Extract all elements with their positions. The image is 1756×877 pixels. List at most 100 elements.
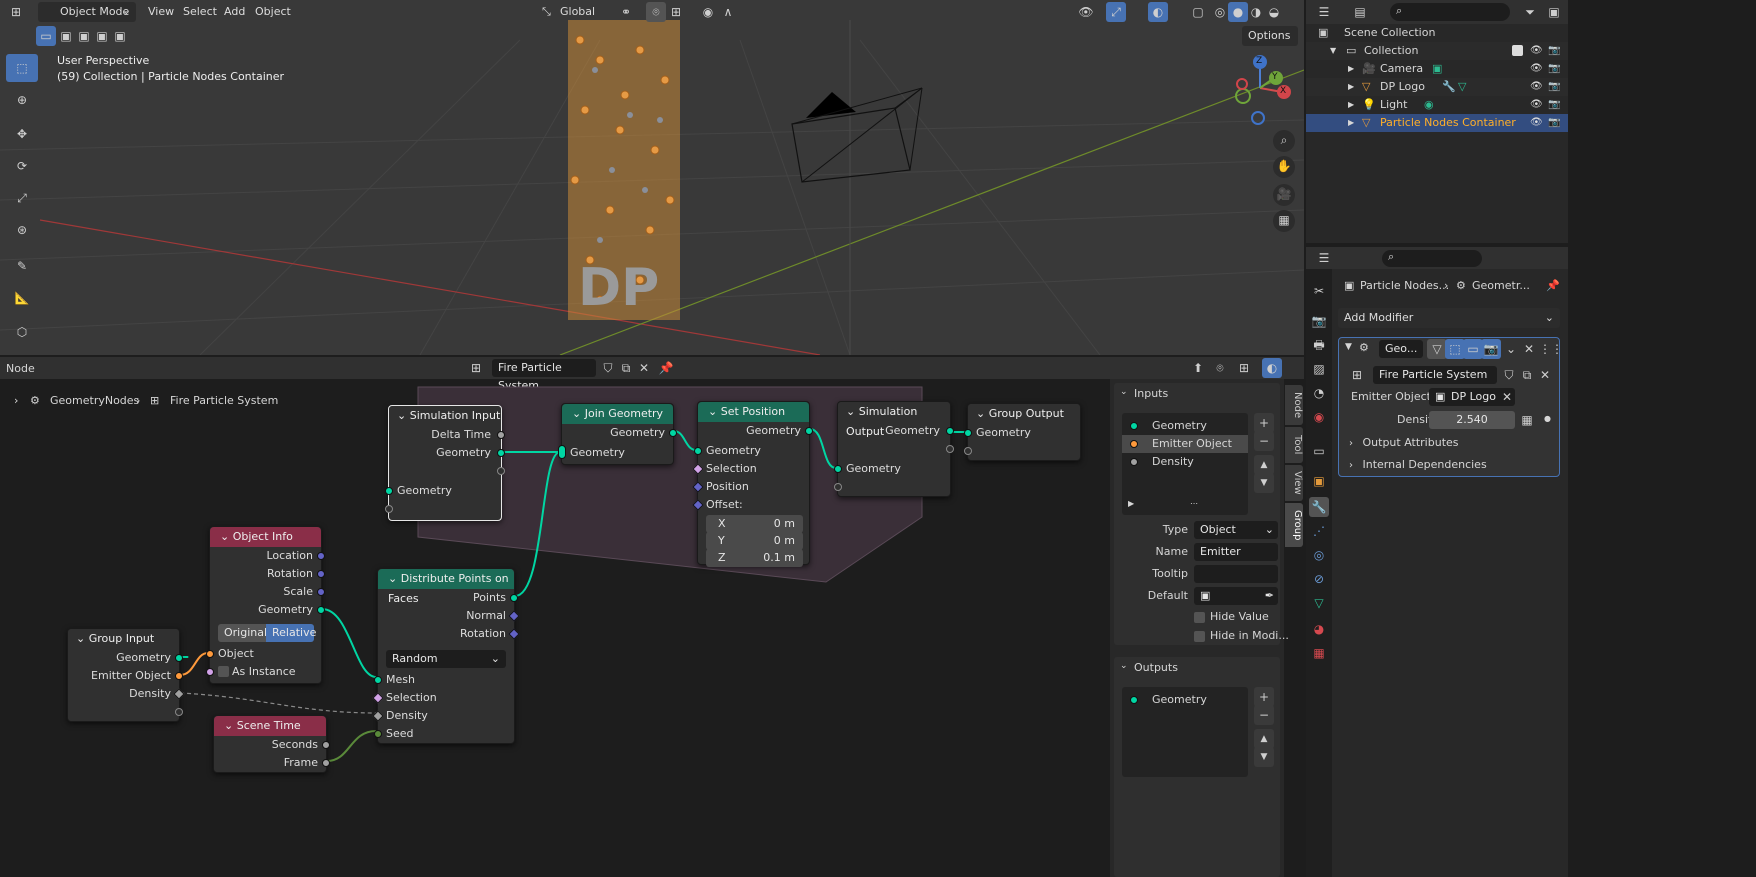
socket-geometry-out[interactable] bbox=[946, 427, 954, 435]
add-cube-tool-icon[interactable]: ⬡ bbox=[6, 318, 38, 346]
transform-tool-icon[interactable]: ⊛ bbox=[6, 216, 38, 244]
socket-points-out[interactable] bbox=[510, 594, 518, 602]
outliner-search-input[interactable]: ⌕ bbox=[1390, 3, 1510, 21]
pivot-icon[interactable]: ⚭ bbox=[616, 2, 636, 22]
attribute-toggle-icon[interactable]: ▦ bbox=[1517, 410, 1537, 430]
render-camera-icon[interactable]: 📷 bbox=[1548, 60, 1560, 78]
view-layer-tab-icon[interactable]: ▨ bbox=[1309, 359, 1329, 379]
properties-search-input[interactable]: ⌕ bbox=[1382, 250, 1482, 267]
modifier-tab-icon[interactable]: 🔧 bbox=[1309, 497, 1329, 517]
transform-relative-button[interactable]: Relative bbox=[266, 624, 316, 642]
socket-as-instance[interactable] bbox=[206, 668, 214, 676]
socket-frame[interactable] bbox=[322, 759, 330, 767]
outliner-editor-icon[interactable]: ☰ bbox=[1314, 2, 1334, 22]
socket-emitter-object-out[interactable] bbox=[175, 672, 183, 680]
node-header[interactable]: ⌄ Object Info bbox=[210, 527, 321, 547]
socket-geometry-out[interactable] bbox=[805, 427, 813, 435]
tab-tool[interactable]: Tool bbox=[1285, 427, 1303, 463]
tab-group[interactable]: Group bbox=[1285, 503, 1303, 547]
snap-mode-icon[interactable]: ⊞ bbox=[1234, 358, 1254, 378]
input-row-density[interactable]: Density bbox=[1122, 453, 1248, 471]
camera-view-icon[interactable]: 🎥 bbox=[1273, 184, 1295, 206]
node-header[interactable]: ⌄ Scene Time bbox=[214, 716, 326, 736]
set-position-node[interactable]: ⌄ Set Position Geometry Geometry Selecti… bbox=[692, 401, 813, 567]
overlay-icon[interactable]: ◐ bbox=[1262, 358, 1282, 378]
shading-rendered-icon[interactable]: ◒ bbox=[1264, 2, 1284, 22]
tool-tab-icon[interactable]: ✂ bbox=[1309, 281, 1329, 301]
socket-geometry-in[interactable] bbox=[694, 447, 702, 455]
socket-location[interactable] bbox=[317, 552, 325, 560]
render-camera-icon[interactable]: 📷 bbox=[1548, 78, 1560, 96]
collection-tab-icon[interactable]: ▭ bbox=[1309, 441, 1329, 461]
socket-empty[interactable] bbox=[946, 445, 954, 453]
resize-handle-icon[interactable]: ⋯ bbox=[1190, 499, 1198, 508]
clear-field-icon[interactable]: ✕ bbox=[1497, 387, 1517, 407]
socket-scale[interactable] bbox=[317, 588, 325, 596]
hide-value-checkbox[interactable] bbox=[1194, 612, 1205, 623]
socket-empty[interactable] bbox=[385, 505, 393, 513]
node-header[interactable]: ⌄ Simulation Input bbox=[389, 406, 501, 426]
socket-geometry-out[interactable] bbox=[669, 429, 677, 437]
node-header[interactable]: ⌄ Simulation Output bbox=[838, 402, 950, 438]
offset-x-field[interactable]: X 0 m bbox=[706, 515, 803, 533]
eye-icon[interactable]: 👁 bbox=[1530, 96, 1543, 114]
select-subtract-icon[interactable]: ▣ bbox=[74, 26, 94, 46]
simulation-input-node[interactable]: ⌄ Simulation Input Delta Time Geometry G… bbox=[385, 405, 505, 521]
socket-mesh-in[interactable] bbox=[374, 676, 382, 684]
properties-editor-icon[interactable]: ☰ bbox=[1314, 248, 1334, 268]
pin-icon[interactable]: 📌 bbox=[1546, 277, 1560, 295]
socket-geometry-in[interactable] bbox=[385, 487, 393, 495]
object-tab-icon[interactable]: ▣ bbox=[1309, 471, 1329, 491]
select-difference-icon[interactable]: ▣ bbox=[92, 26, 112, 46]
move-up-icon[interactable]: ▲ bbox=[1254, 455, 1274, 475]
snap-target-icon[interactable]: ⊞ bbox=[666, 2, 686, 22]
options-dropdown[interactable]: Options bbox=[1242, 26, 1298, 46]
socket-geometry-out[interactable] bbox=[497, 449, 505, 457]
ortho-toggle-icon[interactable]: ▦ bbox=[1273, 210, 1295, 232]
output-attributes-subpanel[interactable]: › Output Attributes bbox=[1349, 436, 1459, 449]
socket-empty[interactable] bbox=[175, 708, 183, 716]
filter-icon[interactable]: ⏷ bbox=[1520, 2, 1540, 22]
shading-wireframe-icon[interactable]: ◎ bbox=[1210, 2, 1230, 22]
remove-modifier-icon[interactable]: ✕ bbox=[1519, 339, 1539, 359]
menu-object[interactable]: Object bbox=[253, 2, 293, 22]
node-editor[interactable]: Node ⊞ Fire Particle System ⛉ ⧉ ✕ 📌 ⬆ ⌾ … bbox=[0, 357, 1304, 877]
remove-input-icon[interactable]: − bbox=[1254, 431, 1274, 451]
outliner-row-scene-collection[interactable]: ▣ Scene Collection bbox=[1306, 24, 1568, 42]
modifier-name-field[interactable]: Geo... bbox=[1379, 340, 1423, 358]
node-header[interactable]: ⌄ Distribute Points on Faces bbox=[378, 569, 514, 605]
add-modifier-dropdown[interactable]: Add Modifier ⌄ bbox=[1338, 308, 1560, 328]
eye-icon[interactable]: 👁 bbox=[1530, 42, 1543, 60]
falloff-icon[interactable]: ∧ bbox=[718, 2, 738, 22]
keyframe-dot-icon[interactable]: ● bbox=[1544, 414, 1551, 423]
pan-hand-icon[interactable]: ✋ bbox=[1273, 156, 1295, 178]
socket-rotation[interactable] bbox=[317, 570, 325, 578]
duplicate-icon[interactable]: ⧉ bbox=[1517, 365, 1537, 385]
drag-handle-icon[interactable]: ⋮⋮ bbox=[1539, 339, 1563, 359]
hide-modifier-checkbox[interactable] bbox=[1194, 631, 1205, 642]
socket-empty[interactable] bbox=[964, 447, 972, 455]
join-geometry-node[interactable]: ⌄ Join Geometry Geometry Geometry bbox=[558, 403, 677, 465]
xray-icon[interactable]: ▢ bbox=[1188, 2, 1208, 22]
offset-z-field[interactable]: Z 0.1 m bbox=[706, 549, 803, 567]
socket-empty[interactable] bbox=[497, 467, 505, 475]
cage-icon[interactable]: ⬚ bbox=[1445, 339, 1465, 359]
node-header[interactable]: ⌄ Set Position bbox=[698, 402, 809, 422]
outliner-row-collection[interactable]: ▼ ▭ Collection 👁 📷 bbox=[1306, 42, 1568, 60]
transform-original-button[interactable]: Original bbox=[218, 624, 267, 642]
render-camera-icon[interactable]: 📷 bbox=[1548, 114, 1560, 132]
move-up-icon[interactable]: ▲ bbox=[1254, 729, 1274, 749]
as-instance-checkbox[interactable] bbox=[218, 666, 229, 677]
viewport-display-icon[interactable]: ▭ bbox=[1463, 339, 1483, 359]
render-tab-icon[interactable]: 📷 bbox=[1309, 311, 1329, 331]
unlink-icon[interactable]: ✕ bbox=[1535, 365, 1555, 385]
annotate-tool-icon[interactable]: ✎ bbox=[6, 252, 38, 280]
simulation-output-node[interactable]: ⌄ Simulation Output Geometry Geometry bbox=[834, 401, 954, 497]
zoom-icon[interactable]: ⌕ bbox=[1273, 130, 1295, 152]
socket-object-in[interactable] bbox=[206, 650, 214, 658]
shading-material-icon[interactable]: ◑ bbox=[1246, 2, 1266, 22]
eye-icon[interactable]: 👁 bbox=[1530, 78, 1543, 96]
mode-dropdown[interactable]: Object Mode ⌄ bbox=[38, 2, 136, 22]
socket-geometry-out[interactable] bbox=[317, 606, 325, 614]
outliner-row-light[interactable]: ▶ 💡 Light ◉ 👁 📷 bbox=[1306, 96, 1568, 114]
